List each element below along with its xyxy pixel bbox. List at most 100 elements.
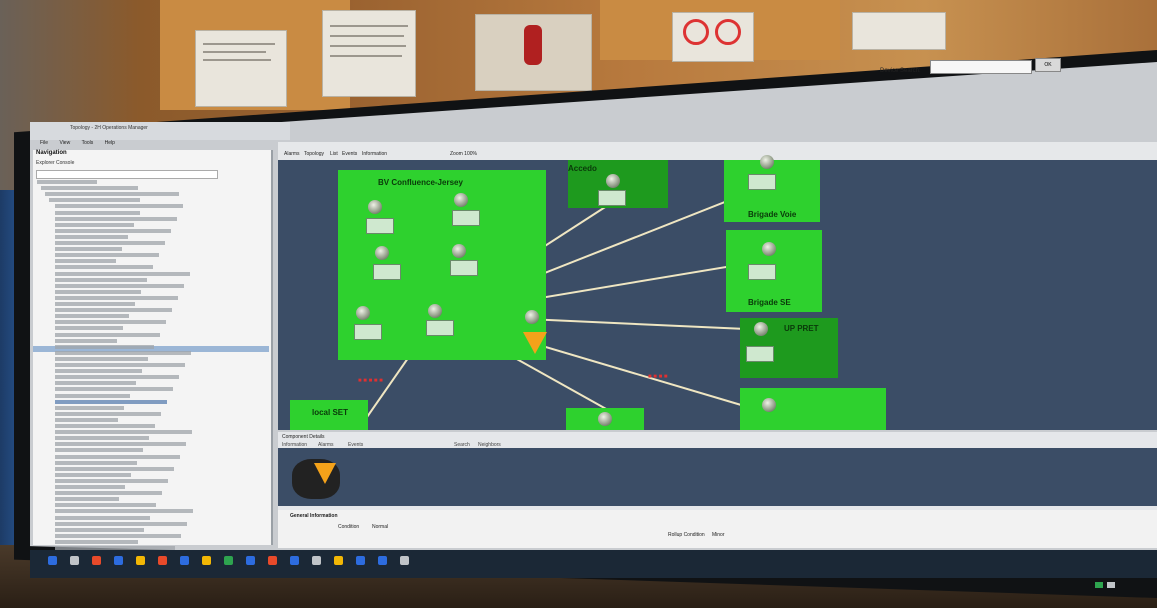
tree-row[interactable]: [55, 277, 147, 282]
router-node[interactable]: [760, 155, 774, 169]
tree-row[interactable]: [55, 363, 185, 367]
tree-row[interactable]: [37, 180, 97, 184]
tree-row[interactable]: [55, 283, 184, 288]
tree-row[interactable]: [55, 509, 193, 514]
topology-canvas[interactable]: BV Confluence-Jersey Accedo Brigade Voie…: [278, 155, 1157, 430]
taskbar-app-icon[interactable]: [136, 556, 145, 565]
tree-row[interactable]: [55, 271, 190, 276]
tree-row[interactable]: [55, 216, 177, 221]
taskbar-app-icon[interactable]: [400, 556, 409, 565]
router-node[interactable]: [598, 412, 612, 426]
tree-row[interactable]: [55, 503, 156, 508]
taskbar-app-icon[interactable]: [312, 556, 321, 565]
tree-row[interactable]: [55, 350, 191, 355]
router-node[interactable]: [606, 174, 620, 188]
router-node[interactable]: [368, 200, 382, 214]
taskbar-app-icon[interactable]: [114, 556, 123, 565]
router-node[interactable]: [454, 193, 468, 207]
tree-row[interactable]: [45, 192, 179, 197]
menu-view[interactable]: View: [59, 140, 70, 146]
tree-row[interactable]: [55, 326, 123, 331]
router-node[interactable]: [754, 322, 768, 336]
taskbar-app-icon[interactable]: [290, 556, 299, 565]
navigation-search-input[interactable]: [36, 170, 218, 179]
taskbar-app-icon[interactable]: [268, 556, 277, 565]
tree-row[interactable]: [55, 411, 161, 416]
alarm-warning-icon[interactable]: [523, 332, 547, 354]
tree-row[interactable]: [55, 332, 160, 337]
tree-row[interactable]: [55, 387, 173, 392]
volume-icon[interactable]: [1107, 582, 1115, 588]
tab-alarms[interactable]: Alarms: [284, 151, 300, 157]
tree-row[interactable]: [55, 338, 117, 343]
tree-row[interactable]: [55, 204, 183, 209]
router-node[interactable]: [452, 244, 466, 258]
tree-row[interactable]: [55, 515, 150, 520]
tree-row[interactable]: [49, 198, 140, 203]
tree-row[interactable]: [55, 369, 142, 374]
device-search-input[interactable]: [930, 60, 1032, 74]
taskbar-app-icon[interactable]: [70, 556, 79, 565]
tree-row[interactable]: [55, 253, 159, 258]
tree-row[interactable]: [55, 399, 167, 404]
router-node[interactable]: [375, 246, 389, 260]
tree-row[interactable]: [55, 234, 128, 239]
tree-row[interactable]: [55, 527, 144, 532]
tree-row[interactable]: [55, 533, 181, 538]
taskbar-app-icon[interactable]: [158, 556, 167, 565]
tree-row[interactable]: [55, 222, 134, 227]
tree-row[interactable]: [55, 521, 187, 526]
tree-row[interactable]: [55, 454, 180, 459]
taskbar-app-icon[interactable]: [92, 556, 101, 565]
tree-row[interactable]: [55, 259, 116, 264]
menu-help[interactable]: Help: [105, 140, 115, 146]
router-node[interactable]: [762, 242, 776, 256]
tree-row[interactable]: [41, 186, 138, 191]
tree-row[interactable]: [55, 314, 129, 319]
device-search-button[interactable]: OK: [1035, 58, 1061, 72]
tree-row[interactable]: [55, 356, 148, 361]
router-node[interactable]: [525, 310, 539, 324]
tree-row[interactable]: [55, 393, 130, 398]
tree-row[interactable]: [55, 497, 119, 502]
router-node[interactable]: [356, 306, 370, 320]
router-node[interactable]: [762, 398, 776, 412]
tree-row[interactable]: [55, 375, 179, 380]
tree-row[interactable]: [55, 308, 172, 313]
tree-row[interactable]: [55, 228, 171, 233]
tree-row[interactable]: [55, 448, 143, 453]
tree-row[interactable]: [55, 472, 131, 477]
tree-row[interactable]: [55, 302, 135, 306]
tree-row[interactable]: [55, 460, 137, 465]
tree-row[interactable]: [55, 424, 155, 428]
menu-file[interactable]: File: [40, 140, 48, 146]
system-tray[interactable]: [1055, 580, 1145, 600]
taskbar-app-icon[interactable]: [356, 556, 365, 565]
tree-row[interactable]: [55, 405, 124, 410]
core-router-node[interactable]: [428, 304, 442, 318]
taskbar-app-icon[interactable]: [334, 556, 343, 565]
component-canvas[interactable]: [278, 448, 1157, 506]
tree-row[interactable]: [55, 430, 192, 435]
tree-row[interactable]: [55, 381, 136, 386]
tree-row[interactable]: [55, 539, 138, 544]
taskbar-app-icon[interactable]: [224, 556, 233, 565]
tab-list[interactable]: List: [330, 151, 338, 157]
tree-row[interactable]: [55, 295, 178, 300]
tree-row[interactable]: [55, 436, 149, 441]
tree-row[interactable]: [55, 210, 140, 215]
tab-topology[interactable]: Topology: [304, 151, 324, 157]
taskbar-app-icon[interactable]: [378, 556, 387, 565]
tree-row[interactable]: [55, 485, 125, 489]
tree-row[interactable]: [55, 417, 118, 422]
group-unlabeled[interactable]: [740, 388, 886, 430]
general-information-heading[interactable]: General Information: [290, 513, 338, 519]
tree-row[interactable]: [55, 466, 174, 471]
network-icon[interactable]: [1095, 582, 1103, 588]
tree-row[interactable]: [55, 442, 186, 447]
menu-tools[interactable]: Tools: [82, 140, 94, 146]
tree-row[interactable]: [55, 241, 165, 245]
tree-row[interactable]: [55, 289, 141, 294]
tree-row[interactable]: [55, 247, 122, 252]
taskbar-app-icon[interactable]: [180, 556, 189, 565]
